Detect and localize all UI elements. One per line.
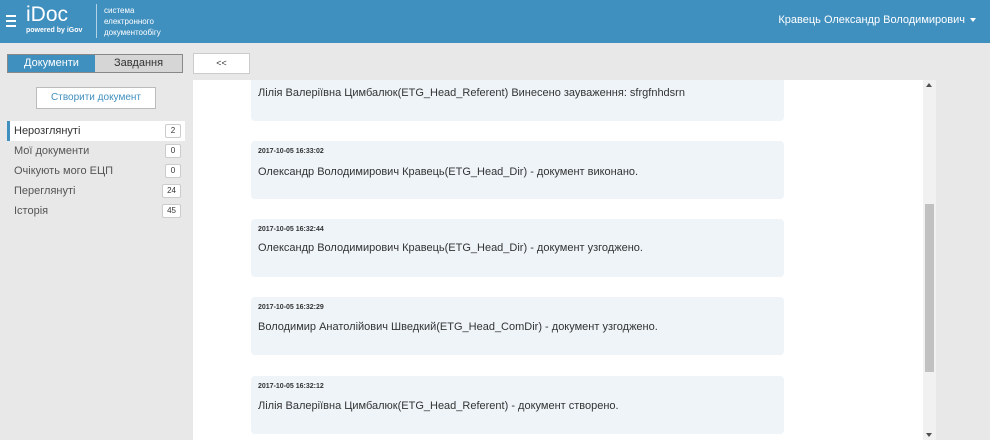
scroll-down-arrow-icon[interactable] bbox=[926, 433, 932, 437]
history-entry-text: Олександр Володимирович Кравець(ETG_Head… bbox=[258, 166, 639, 178]
sidebar-item-label: Переглянуті bbox=[14, 185, 76, 197]
history-entry: 2017-10-05 16:32:44 Олександр Володимиро… bbox=[251, 219, 784, 277]
history-scrollbar[interactable] bbox=[923, 80, 936, 440]
system-description: система електронного документообігу bbox=[104, 5, 194, 38]
count-badge: 0 bbox=[165, 164, 181, 178]
history-entry-date: 2017-10-05 16:32:29 bbox=[258, 304, 324, 311]
history-entry: 2017-10-05 16:32:12 Лілія Валеріївна Цим… bbox=[251, 376, 784, 434]
logo[interactable]: iDoc powered by iGov bbox=[26, 3, 83, 35]
logo-text: iDoc bbox=[26, 3, 69, 26]
sidebar-item-history[interactable]: Історія 45 bbox=[7, 201, 185, 221]
sidebar-item-reviewed[interactable]: Переглянуті 24 bbox=[7, 181, 185, 201]
sidebar-item-label: Мої документи bbox=[14, 145, 90, 157]
sidebar-nav: Нерозглянуті 2 Мої документи 0 Очікують … bbox=[7, 121, 185, 221]
sidebar-item-my-documents[interactable]: Мої документи 0 bbox=[7, 141, 185, 161]
history-panel: Лілія Валеріївна Цимбалюк(ETG_Head_Refer… bbox=[193, 80, 936, 440]
history-entry-date: 2017-10-05 16:33:02 bbox=[258, 148, 324, 155]
tab-tasks[interactable]: Завдання bbox=[95, 55, 182, 72]
history-entry-text: Володимир Анатолійович Шведкий(ETG_Head_… bbox=[258, 321, 658, 333]
top-header: iDoc powered by iGov система електронног… bbox=[0, 0, 990, 43]
sidebar-item-label: Нерозглянуті bbox=[14, 125, 81, 137]
sidebar-item-unreviewed[interactable]: Нерозглянуті 2 bbox=[7, 121, 185, 141]
scroll-thumb[interactable] bbox=[925, 204, 934, 372]
history-entry-date: 2017-10-05 16:32:44 bbox=[258, 226, 324, 233]
history-entry-text: Олександр Володимирович Кравець(ETG_Head… bbox=[258, 242, 643, 254]
sidebar-tabs: Документи Завдання bbox=[7, 54, 183, 73]
history-entry: 2017-10-05 16:33:02 Олександр Володимиро… bbox=[251, 141, 784, 199]
sidebar-item-awaiting-signature[interactable]: Очікують мого ЕЦП 0 bbox=[7, 161, 185, 181]
user-name: Кравець Олександр Володимирович bbox=[778, 14, 965, 26]
system-line-3: документообігу bbox=[104, 28, 161, 37]
user-menu[interactable]: Кравець Олександр Володимирович bbox=[778, 14, 976, 26]
hamburger-menu-icon[interactable] bbox=[6, 15, 16, 29]
collapse-sidebar-button[interactable]: << bbox=[193, 53, 250, 74]
sidebar-item-label: Очікують мого ЕЦП bbox=[14, 165, 114, 177]
history-entry: 2017-10-05 16:32:29 Володимир Анатолійов… bbox=[251, 297, 784, 355]
sidebar-item-label: Історія bbox=[14, 205, 49, 217]
powered-by-text: powered by iGov bbox=[26, 27, 83, 34]
count-badge: 24 bbox=[162, 184, 181, 198]
system-line-1: система bbox=[104, 6, 135, 15]
count-badge: 45 bbox=[162, 204, 181, 218]
count-badge: 2 bbox=[165, 124, 181, 138]
tab-documents[interactable]: Документи bbox=[8, 55, 95, 72]
header-divider bbox=[96, 4, 97, 38]
scroll-up-arrow-icon[interactable] bbox=[926, 83, 932, 87]
create-document-button[interactable]: Створити документ bbox=[36, 87, 156, 109]
caret-down-icon bbox=[970, 18, 976, 22]
count-badge: 0 bbox=[165, 144, 181, 158]
system-line-2: електронного bbox=[104, 17, 154, 26]
history-entry: Лілія Валеріївна Цимбалюк(ETG_Head_Refer… bbox=[251, 80, 784, 121]
history-entry-text: Лілія Валеріївна Цимбалюк(ETG_Head_Refer… bbox=[258, 400, 619, 412]
history-entry-date: 2017-10-05 16:32:12 bbox=[258, 383, 324, 390]
history-entry-text: Лілія Валеріївна Цимбалюк(ETG_Head_Refer… bbox=[258, 87, 685, 99]
